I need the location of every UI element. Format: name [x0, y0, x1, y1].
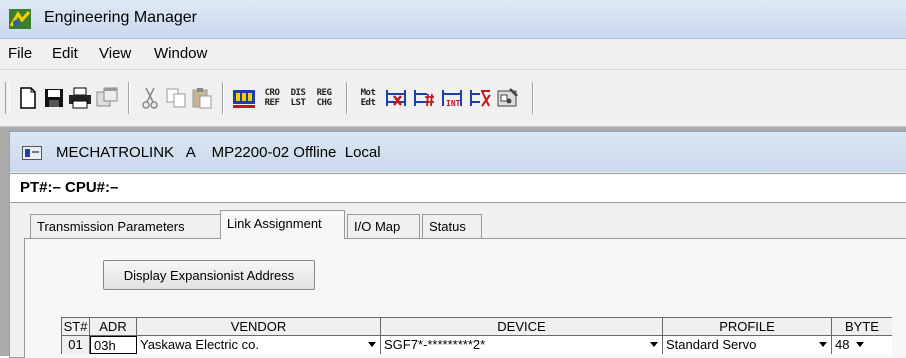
ladder-number-icon[interactable]	[410, 83, 438, 113]
menu-view[interactable]: View	[99, 45, 131, 62]
ladder-new-icon[interactable]	[382, 83, 410, 113]
app-title: Engineering Manager	[44, 9, 197, 26]
column-header-vendor[interactable]: VENDOR	[137, 317, 381, 336]
child-window-title-bar: MECHATROLINK A MP2200-02 Offline Local	[10, 132, 906, 172]
adr-cell[interactable]: 03h	[90, 336, 137, 354]
vendor-value: Yaskawa Electric co.	[140, 337, 259, 352]
vendor-dropdown[interactable]: Yaskawa Electric co.	[137, 336, 381, 354]
menu-edit[interactable]: Edit	[52, 45, 78, 62]
tab-transmission-parameters[interactable]: Transmission Parameters	[30, 214, 221, 238]
menu-file[interactable]: File	[8, 45, 32, 62]
svg-text:INT: INT	[446, 99, 461, 108]
column-header-device[interactable]: DEVICE	[381, 317, 663, 336]
menu-window[interactable]: Window	[154, 45, 207, 62]
module-config-icon[interactable]	[230, 83, 258, 113]
save-icon[interactable]	[40, 83, 68, 113]
copy-icon[interactable]	[162, 83, 190, 113]
child-window-title: MECHATROLINK A MP2200-02 Offline Local	[56, 144, 381, 161]
byte-value: 48	[835, 337, 850, 352]
register-change-icon[interactable]: REG CHG	[310, 83, 338, 113]
new-file-icon[interactable]	[14, 83, 42, 113]
ladder-function-icon[interactable]	[466, 83, 494, 113]
display-list-icon[interactable]: DIS LST	[284, 83, 312, 113]
profile-dropdown[interactable]: Standard Servo	[663, 336, 832, 354]
device-value: SGF7*-*********2*	[384, 337, 486, 352]
chevron-down-icon[interactable]	[650, 342, 658, 347]
app-title-bar: Engineering Manager	[0, 0, 906, 39]
menu-bar: File Edit View Window	[0, 39, 906, 70]
window-icon[interactable]	[93, 83, 121, 113]
chevron-down-icon[interactable]	[368, 342, 376, 347]
cut-icon[interactable]	[136, 83, 164, 113]
chevron-down-icon[interactable]	[819, 342, 827, 347]
toolbar-separator	[222, 82, 224, 114]
column-header-byte[interactable]: BYTE	[832, 317, 892, 336]
toolbar-grip[interactable]	[5, 82, 10, 114]
column-header-profile[interactable]: PROFILE	[663, 317, 832, 336]
network-window-icon	[22, 146, 42, 160]
row-st-number: 01	[61, 336, 90, 354]
tab-link-assignment[interactable]: Link Assignment	[220, 210, 345, 239]
pt-cpu-label: PT#:– CPU#:–	[20, 179, 119, 196]
paste-icon[interactable]	[188, 83, 216, 113]
print-icon[interactable]	[66, 83, 94, 113]
pt-cpu-bar: PT#:– CPU#:–	[10, 173, 906, 203]
column-header-st[interactable]: ST#	[61, 317, 90, 336]
mechatrolink-window: MECHATROLINK A MP2200-02 Offline Local P…	[9, 131, 906, 358]
app-logo-icon	[9, 9, 31, 29]
toolbar-separator	[128, 82, 130, 114]
display-expansionist-address-button[interactable]: Display Expansionist Address	[103, 260, 315, 290]
mdi-workspace: MECHATROLINK A MP2200-02 Offline Local P…	[0, 127, 906, 358]
device-dropdown[interactable]: SGF7*-*********2*	[381, 336, 663, 354]
byte-dropdown[interactable]: 48	[832, 336, 892, 354]
tab-status[interactable]: Status	[422, 214, 482, 238]
ladder-interrupt-icon[interactable]: INT	[438, 83, 466, 113]
profile-value: Standard Servo	[666, 337, 757, 352]
toolbar-separator	[532, 82, 534, 114]
cross-reference-icon[interactable]: CRO REF	[258, 83, 286, 113]
tab-io-map[interactable]: I/O Map	[347, 214, 420, 238]
chevron-down-icon[interactable]	[856, 342, 864, 347]
toolbar-separator	[346, 82, 348, 114]
toolbar: CRO REF DIS LST REG CHG Mot Edt INT	[0, 70, 906, 127]
link-assignment-page: Display Expansionist Address ST# ADR VEN…	[24, 238, 906, 358]
module-settings-icon[interactable]	[494, 83, 522, 113]
motion-edit-icon[interactable]: Mot Edt	[354, 83, 382, 113]
column-header-adr[interactable]: ADR	[90, 317, 137, 336]
